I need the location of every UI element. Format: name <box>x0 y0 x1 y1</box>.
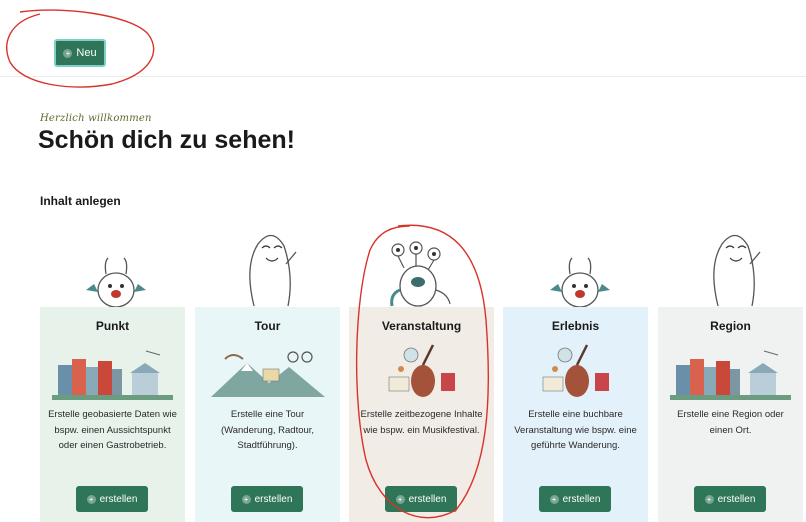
card-description: Erstelle zeitbezogene Inhalte wie bspw. … <box>360 409 483 436</box>
monster-bat-icon <box>86 257 146 308</box>
create-button[interactable]: + erstellen <box>76 486 148 512</box>
plus-icon: + <box>63 48 73 58</box>
new-button-label: Neu <box>76 47 97 59</box>
plus-icon: + <box>395 494 405 504</box>
greeting-subtitle: Herzlich willkommen <box>40 113 152 124</box>
card-description: Erstelle eine Region oder einen Ort. <box>677 409 784 436</box>
card-title: Erlebnis <box>551 319 600 333</box>
new-button[interactable]: + Neu <box>54 39 106 67</box>
monster-waving-icon <box>249 234 297 307</box>
create-button[interactable]: + erstellen <box>385 486 457 512</box>
top-bar: + Neu <box>0 0 806 77</box>
page-title: Schön dich zu sehen! <box>38 126 295 154</box>
violin-experience-icon <box>542 344 609 397</box>
create-button-label: erstellen <box>99 493 138 505</box>
city-region-icon <box>670 350 791 400</box>
card-title: Veranstaltung <box>381 319 462 333</box>
monster-eyes-icon <box>390 241 451 307</box>
section-label: Inhalt anlegen <box>40 194 121 208</box>
create-button-label: erstellen <box>408 493 447 505</box>
monster-waving-icon <box>713 234 761 307</box>
plus-icon: + <box>241 494 251 504</box>
plus-icon: + <box>704 494 714 504</box>
card-title: Region <box>710 319 751 333</box>
plus-icon: + <box>549 494 559 504</box>
create-button[interactable]: + erstellen <box>539 486 611 512</box>
create-button-label: erstellen <box>717 493 756 505</box>
card-title: Tour <box>254 319 281 333</box>
monster-bat-icon <box>550 257 610 308</box>
plus-icon: + <box>86 494 96 504</box>
card-punkt[interactable]: Punkt Erstelle geobasierte Daten wie bsp… <box>40 307 185 522</box>
card-description: Erstelle eine buchbare Veranstaltung wie… <box>514 409 637 451</box>
card-tour[interactable]: Tour Erstelle eine Tour (Wanderung, Radt… <box>195 307 340 522</box>
create-button-label: erstellen <box>254 493 293 505</box>
create-button[interactable]: + erstellen <box>694 486 766 512</box>
card-title: Punkt <box>95 319 130 333</box>
violin-event-icon <box>388 344 455 397</box>
create-button-label: erstellen <box>562 493 601 505</box>
card-description: Erstelle geobasierte Daten wie bspw. ein… <box>48 409 177 451</box>
card-veranstaltung[interactable]: Veranstaltung Erstelle zeitbezogene Inha… <box>349 307 494 522</box>
create-button[interactable]: + erstellen <box>231 486 303 512</box>
card-erlebnis[interactable]: Erlebnis Erstelle eine buchbare Veransta… <box>503 307 648 522</box>
card-region[interactable]: Region Erstelle eine Region oder einen O… <box>658 307 803 522</box>
mountain-tour-icon <box>211 351 325 397</box>
city-street-icon <box>52 350 173 400</box>
card-description: Erstelle eine Tour (Wanderung, Radtour, … <box>220 409 315 451</box>
